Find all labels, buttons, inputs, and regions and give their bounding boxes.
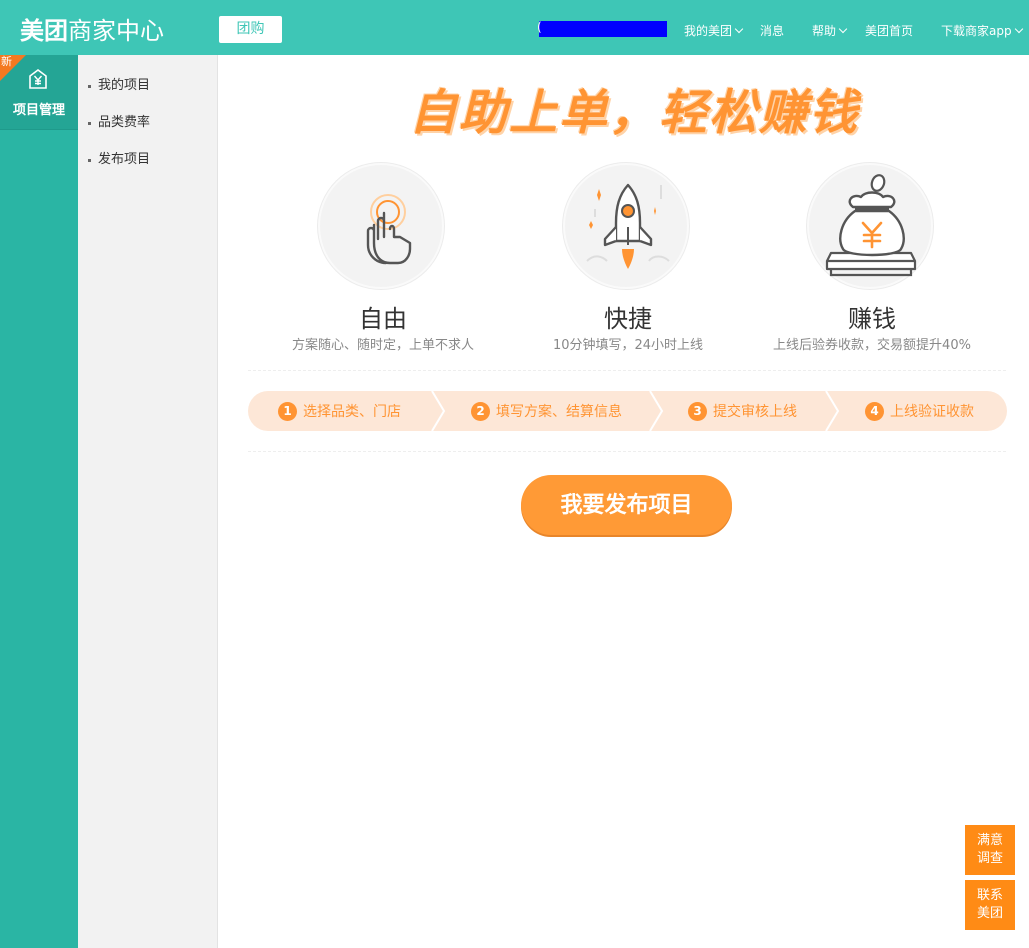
nav-meituan-home[interactable]: 美团首页 xyxy=(865,23,913,39)
submenu-item-my-projects[interactable]: 我的项目 xyxy=(78,76,217,96)
sub-menu: 我的项目 品类费率 发布项目 xyxy=(78,55,218,948)
logo-subtitle: 商家中心 xyxy=(68,17,164,45)
step-4: 4 上线验证收款 xyxy=(865,391,974,431)
divider xyxy=(248,451,1006,452)
new-badge-text: 新 xyxy=(1,55,12,68)
feature-circle xyxy=(563,163,689,289)
logo[interactable]: 美团 商家中心 xyxy=(20,11,164,45)
money-bag-icon xyxy=(825,174,917,277)
user-paren: ( xyxy=(537,20,542,34)
chevron-down-icon xyxy=(838,24,848,34)
step-3: 3 提交审核上线 xyxy=(688,391,797,431)
main-content: 自助上单，轻松赚钱 自由 方案随心、随时定，上单不求人 快捷 10分钟填写，24… xyxy=(219,55,1029,948)
logo-brand: 美团 xyxy=(20,17,68,45)
rail-label: 项目管理 xyxy=(12,103,65,118)
step-number: 1 xyxy=(278,401,297,421)
feature-title: 快捷 xyxy=(604,305,652,333)
survey-line-1: 满意 xyxy=(976,833,1003,848)
step-label: 填写方案、结算信息 xyxy=(496,404,622,420)
business-type-button[interactable]: 团购 xyxy=(219,16,282,43)
step-1: 1 选择品类、门店 xyxy=(278,391,401,431)
survey-line-2: 调查 xyxy=(976,851,1003,866)
step-label: 提交审核上线 xyxy=(713,404,797,420)
steps-bar: 1 选择品类、门店 2 填写方案、结算信息 3 提交审核上线 4 上线验证收款 xyxy=(248,391,1007,431)
survey-button[interactable]: 满意 调查 xyxy=(965,825,1015,875)
user-name-redacted[interactable]: ( xyxy=(537,20,667,37)
feature-title: 自由 xyxy=(359,305,407,333)
step-number: 4 xyxy=(865,401,884,421)
hero-title: 自助上单，轻松赚钱 xyxy=(409,85,860,141)
contact-meituan-button[interactable]: 联系 美团 xyxy=(965,880,1015,930)
step-separator-icon xyxy=(649,391,664,431)
submenu-item-publish-project[interactable]: 发布项目 xyxy=(78,150,217,170)
publish-project-button[interactable]: 我要发布项目 xyxy=(521,475,732,535)
nav-help[interactable]: 帮助 xyxy=(812,23,848,39)
chevron-down-icon xyxy=(734,24,744,34)
step-separator-icon xyxy=(825,391,840,431)
nav-messages[interactable]: 消息 xyxy=(760,23,784,39)
step-separator-icon xyxy=(431,391,446,431)
left-rail: 新 项目管理 xyxy=(0,55,78,948)
feature-desc: 10分钟填写，24小时上线 xyxy=(552,338,704,353)
feature-earn: 赚钱 上线后验券收款，交易额提升40% xyxy=(752,163,992,353)
step-number: 3 xyxy=(688,401,707,421)
step-label: 选择品类、门店 xyxy=(303,404,401,420)
nav-my-meituan[interactable]: 我的美团 xyxy=(684,23,744,39)
top-header: 美团 商家中心 团购 ( 我的美团 消息 帮助 美团首页 下载商家app xyxy=(0,0,1029,55)
feature-fast: 快捷 10分钟填写，24小时上线 xyxy=(508,163,748,353)
contact-line-1: 联系 xyxy=(976,888,1003,903)
nav-help-label: 帮助 xyxy=(812,24,837,38)
chevron-down-icon xyxy=(1014,24,1023,34)
rocket-icon xyxy=(586,183,670,269)
feature-desc: 上线后验券收款，交易额提升40% xyxy=(773,338,971,353)
feature-circle xyxy=(318,163,444,289)
contact-line-2: 美团 xyxy=(976,906,1003,921)
nav-my-meituan-label: 我的美团 xyxy=(684,24,733,38)
step-label: 上线验证收款 xyxy=(890,404,974,420)
step-2: 2 填写方案、结算信息 xyxy=(471,391,622,431)
yen-house-icon xyxy=(29,69,47,89)
feature-desc: 方案随心、随时定，上单不求人 xyxy=(291,338,474,353)
step-number: 2 xyxy=(471,401,490,421)
divider xyxy=(248,370,1006,371)
nav-download-app[interactable]: 下载商家app xyxy=(941,23,1023,39)
feature-title: 赚钱 xyxy=(848,305,896,333)
hand-touch-icon xyxy=(366,194,412,265)
feature-freedom: 自由 方案随心、随时定，上单不求人 xyxy=(263,163,503,353)
submenu-item-category-rates[interactable]: 品类费率 xyxy=(78,113,217,133)
nav-download-app-label: 下载商家app xyxy=(941,24,1012,38)
rail-item-project-management[interactable]: 新 项目管理 xyxy=(0,55,78,130)
feature-circle xyxy=(807,163,933,289)
